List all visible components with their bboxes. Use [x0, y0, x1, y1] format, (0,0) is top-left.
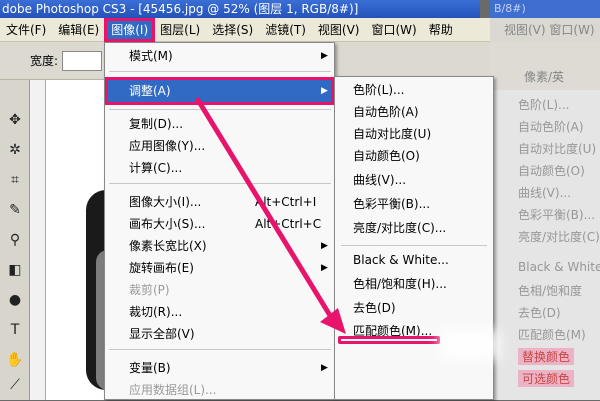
bg-item: 去色(D) [518, 306, 561, 320]
bg-item: 替换颜色 [518, 348, 575, 365]
bg-item: 自动色阶(A) [518, 120, 584, 134]
submenu-item-levels[interactable]: 色阶(L)... [335, 79, 493, 101]
eraser-tool-icon[interactable]: ◧ [4, 260, 26, 280]
toolbox: ✥ ✲ ⌗ ✎ ⚲ ◧ ● T ✋ ⟋ [0, 80, 30, 400]
menu-bar: 文件(F) 编辑(E) 图像(I) 图层(L) 选择(S) 滤镜(T) 视图(V… [0, 17, 490, 42]
menu-item-crop: 裁剪(P) [129, 283, 170, 297]
bg-menu-bar: 视图(V) 窗口(W) [490, 18, 600, 42]
stamp-tool-icon[interactable]: ⚲ [4, 230, 26, 250]
bg-item: 自动对比度(U) [518, 142, 597, 156]
type-tool-icon[interactable]: T [4, 320, 26, 340]
menu-item-apply-data-set: 应用数据组(L)... [129, 383, 217, 397]
bg-item: 色相/饱和度 [518, 284, 583, 298]
blur-tool-icon[interactable]: ● [4, 290, 26, 310]
document-canvas[interactable] [46, 80, 106, 400]
menu-item-label: 模式(M) [129, 49, 173, 63]
annotation-highlight-box [338, 336, 440, 344]
menu-item-shortcut: Alt+Ctrl+C [255, 217, 322, 231]
submenu-item-brightness-contrast[interactable]: 亮度/对比度(C)... [335, 217, 493, 239]
submenu-arrow-icon: ▶ [321, 51, 328, 61]
menu-item-apply-image[interactable]: 应用图像(Y)... [105, 135, 334, 157]
bg-item: 色彩平衡(B)... [518, 208, 596, 222]
submenu-item-curves[interactable]: 曲线(V)... [335, 169, 493, 191]
width-field[interactable] [62, 50, 103, 71]
annotation-glow [440, 330, 500, 360]
submenu-item-desaturate[interactable]: 去色(D) [335, 297, 493, 319]
bg-window-title: B/8#) [490, 0, 600, 18]
menu-item-canvas-size[interactable]: 画布大小(S)... Alt+Ctrl+C [105, 213, 334, 235]
menu-item-calculations[interactable]: 计算(C)... [105, 157, 334, 179]
submenu-item-auto-contrast[interactable]: 自动对比度(U) [335, 123, 493, 145]
menu-help[interactable]: 帮助 [423, 19, 459, 41]
eyedropper-tool-icon[interactable]: ⟋ [4, 375, 26, 395]
submenu-arrow-icon: ▶ [321, 263, 328, 273]
bg-item: 亮度/对比度(C)... [518, 230, 600, 244]
bg-menu-text: 视图(V) 窗口(W) [504, 23, 595, 37]
menu-filter[interactable]: 滤镜(T) [259, 19, 312, 41]
menu-view[interactable]: 视图(V) [312, 19, 366, 41]
bg-item: 匹配颜色(M) [518, 328, 586, 342]
menu-file[interactable]: 文件(F) [0, 19, 52, 41]
menu-select[interactable]: 选择(S) [206, 19, 259, 41]
bg-submenu: 色阶(L)... 自动色阶(A) 自动对比度(U) 自动颜色(O) 曲线(V).… [490, 90, 600, 400]
menu-window[interactable]: 窗口(W) [365, 19, 422, 41]
hand-tool-icon[interactable]: ✋ [4, 350, 26, 370]
bg-item: 色阶(L)... [518, 98, 570, 112]
menu-divider [341, 245, 487, 246]
submenu-item-color-balance[interactable]: 色彩平衡(B)... [335, 193, 493, 215]
menu-item-label: 调整(A) [129, 84, 171, 98]
menu-item-rotate-canvas[interactable]: 旋转画布(E) ▶ [105, 257, 334, 279]
submenu-item-black-white[interactable]: Black & White... [335, 249, 493, 271]
menu-item-duplicate[interactable]: 复制(D)... [105, 113, 334, 135]
submenu-arrow-icon: ▶ [321, 363, 328, 373]
menu-item-mode[interactable]: 模式(M) ▶ [105, 45, 334, 67]
submenu-item-auto-levels[interactable]: 自动色阶(A) [335, 101, 493, 123]
menu-item-label: 变量(B) [129, 361, 171, 375]
vertical-ruler [30, 80, 46, 400]
menu-image[interactable]: 图像(I) [104, 17, 156, 42]
menu-item-label: 像素长宽比(X) [129, 239, 207, 253]
bg-item: 自动颜色(O) [518, 164, 585, 178]
menu-divider [109, 71, 331, 72]
bg-item: Black & White [518, 260, 600, 274]
menu-item-variables[interactable]: 变量(B) ▶ [105, 357, 334, 379]
submenu-arrow-icon: ▶ [321, 86, 328, 96]
menu-divider [109, 349, 331, 350]
crop-tool-icon[interactable]: ⌗ [4, 170, 26, 190]
submenu-item-auto-color[interactable]: 自动颜色(O) [335, 145, 493, 167]
brush-tool-icon[interactable]: ✎ [4, 200, 26, 220]
menu-item-reveal-all[interactable]: 显示全部(V) [105, 323, 334, 345]
bg-item: 可选颜色 [518, 370, 575, 387]
menu-item-label: 旋转画布(E) [129, 261, 194, 275]
menu-item-shortcut: Alt+Ctrl+I [255, 195, 317, 209]
menu-layer[interactable]: 图层(L) [154, 19, 206, 41]
window-title: dobe Photoshop CS3 - [45456.jpg @ 52% (图… [0, 0, 480, 18]
menu-divider [109, 183, 331, 184]
background-window: B/8#) 视图(V) 窗口(W) 像素/英 色阶(L)... 自动色阶(A) … [490, 0, 600, 400]
menu-divider [109, 109, 331, 110]
width-label: 宽度: [30, 54, 59, 68]
image-menu-dropdown: 模式(M) ▶ 调整(A) ▶ 复制(D)... 应用图像(Y)... 计算(C).… [104, 42, 335, 400]
magic-wand-icon[interactable]: ✲ [4, 140, 26, 160]
menu-edit[interactable]: 编辑(E) [52, 19, 105, 41]
menu-item-adjust[interactable]: 调整(A) ▶ [105, 77, 334, 105]
bg-unit-label: 像素/英 [524, 70, 565, 84]
move-tool-icon[interactable]: ✥ [4, 110, 26, 130]
menu-item-label: 图像大小(I)... [129, 195, 202, 209]
menu-item-label: 画布大小(S)... [129, 217, 206, 231]
submenu-arrow-icon: ▶ [321, 241, 328, 251]
menu-item-pixel-aspect[interactable]: 像素长宽比(X) ▶ [105, 235, 334, 257]
menu-item-trim[interactable]: 裁切(R)... [105, 301, 334, 323]
menu-item-image-size[interactable]: 图像大小(I)... Alt+Ctrl+I [105, 191, 334, 213]
bg-item: 曲线(V)... [518, 186, 572, 200]
submenu-item-hue-saturation[interactable]: 色相/饱和度(H)... [335, 273, 493, 295]
